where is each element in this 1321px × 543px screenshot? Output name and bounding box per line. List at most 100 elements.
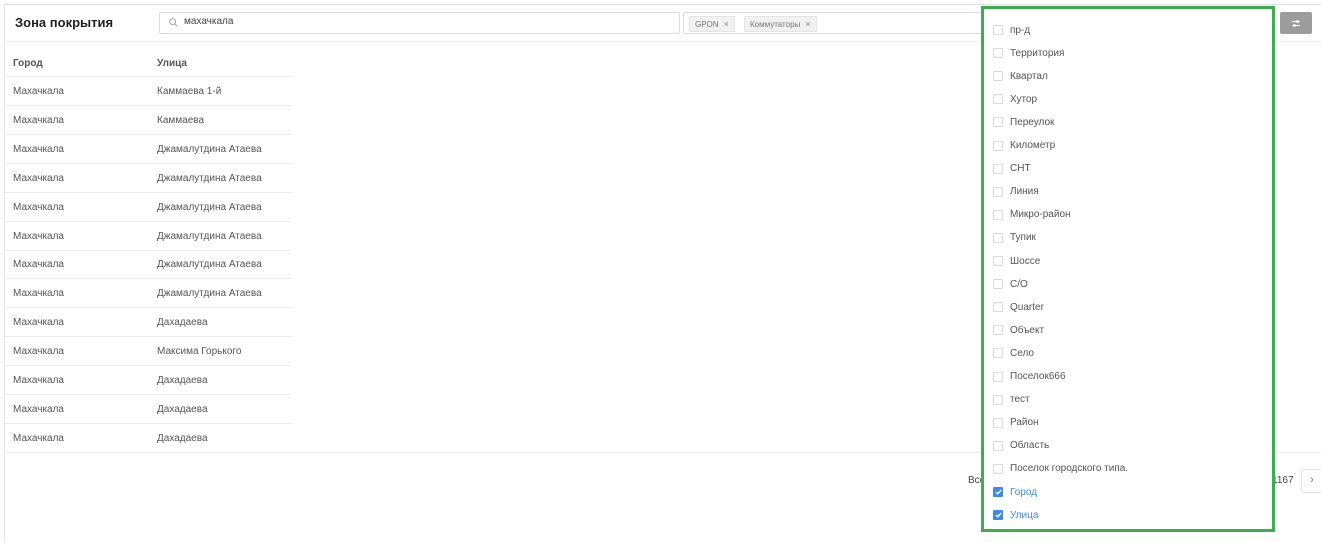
column-filter-option[interactable]: Район — [993, 415, 1039, 431]
checkbox[interactable] — [993, 394, 1003, 405]
option-label: Объект — [1010, 324, 1045, 336]
checkbox[interactable] — [993, 209, 1003, 220]
option-label: Микро-район — [1010, 209, 1071, 221]
checkbox[interactable] — [993, 440, 1003, 451]
table-header — [4, 48, 292, 77]
column-filter-option[interactable]: Город — [993, 484, 1037, 500]
close-icon[interactable]: × — [724, 19, 729, 29]
column-filter-option[interactable]: Переулок — [993, 114, 1054, 130]
column-filter-option[interactable]: Линия — [993, 184, 1039, 200]
checkbox[interactable] — [993, 186, 1003, 197]
type-filter-select[interactable]: GPON × Коммутаторы × — [683, 12, 984, 34]
table-row[interactable]: Махачкала Джамалутдина Атаева — [4, 279, 292, 309]
column-filter-option[interactable]: тест — [993, 392, 1030, 408]
option-label: Село — [1010, 347, 1034, 359]
cell-city: Махачкала — [13, 172, 64, 184]
checkbox[interactable] — [993, 48, 1003, 59]
checkbox[interactable] — [993, 463, 1003, 474]
column-filter-option[interactable]: Хутор — [993, 91, 1037, 107]
option-label: СНТ — [1010, 163, 1031, 175]
cell-city: Махачкала — [13, 114, 64, 126]
column-filter-option[interactable]: пр-д — [993, 22, 1030, 38]
column-header-street[interactable]: Улица — [157, 58, 187, 69]
table-row[interactable]: Махачкала Джамалутдина Атаева — [4, 164, 292, 193]
column-filter-dropdown: пр-д Территория Квартал Хутор Переулок Киломе… — [981, 6, 1275, 532]
column-filter-option[interactable]: Километр — [993, 138, 1055, 154]
cell-city: Махачкала — [13, 230, 64, 242]
tag-label: Коммутаторы — [750, 20, 801, 29]
cell-street: Дахадаева — [157, 317, 208, 329]
column-filter-option[interactable]: Микро-район — [993, 207, 1071, 223]
page-number: 1167 — [1272, 475, 1294, 486]
column-filter-option[interactable]: Шоссе — [993, 253, 1040, 269]
option-label: Территория — [1010, 47, 1065, 59]
option-label: тест — [1010, 394, 1030, 406]
checkbox-checked[interactable] — [993, 510, 1003, 521]
column-filter-option[interactable]: Село — [993, 345, 1034, 361]
column-filter-option[interactable]: Тупик — [993, 230, 1036, 246]
option-label: Линия — [1010, 186, 1039, 198]
table-row[interactable]: Махачкала Максима Горького — [4, 337, 292, 367]
column-header-city[interactable]: Город — [13, 58, 43, 69]
checkbox[interactable] — [993, 232, 1003, 243]
checkbox[interactable] — [993, 71, 1003, 82]
checkbox[interactable] — [993, 348, 1003, 359]
table-row[interactable]: Махачкала Каммаева — [4, 106, 292, 135]
checkbox[interactable] — [993, 417, 1003, 428]
column-filter-option[interactable]: Поселок666 — [993, 369, 1066, 385]
table-row[interactable]: Махачкала Дахадаева — [4, 366, 292, 395]
tag-gpon: GPON × — [689, 16, 735, 32]
check-icon — [994, 512, 1002, 518]
column-filter-option[interactable]: Quarter — [993, 299, 1044, 315]
table-row[interactable]: Махачкала Дахадаева — [4, 395, 292, 424]
option-label: С/О — [1010, 278, 1028, 290]
table-row[interactable]: Махачкала Джамалутдина Атаева — [4, 135, 292, 164]
checkbox[interactable] — [993, 140, 1003, 151]
sliders-icon — [1292, 19, 1300, 27]
column-filter-option[interactable]: Территория — [993, 45, 1064, 61]
checkbox-checked[interactable] — [993, 487, 1003, 497]
table-row[interactable]: Махачкала Джамалутдина Атаева — [4, 193, 292, 222]
checkbox[interactable] — [993, 302, 1003, 313]
checkbox[interactable] — [993, 256, 1003, 266]
column-settings-button[interactable] — [1280, 12, 1312, 34]
column-filter-option[interactable]: Улица — [993, 507, 1038, 523]
column-filter-option[interactable]: Квартал — [993, 68, 1048, 84]
column-filter-option[interactable]: Объект — [993, 322, 1044, 338]
option-label: Километр — [1010, 140, 1056, 151]
cell-street: Джамалутдина Атаева — [157, 288, 262, 300]
table-row[interactable]: Махачкала Дахадаева — [4, 424, 292, 453]
search-icon — [169, 18, 178, 27]
checkbox[interactable] — [993, 325, 1003, 336]
cell-city: Махачкала — [13, 432, 64, 444]
checkbox[interactable] — [993, 279, 1003, 290]
cell-street: Дахадаева — [157, 403, 208, 415]
table-row[interactable]: Махачкала Джамалутдина Атаева — [4, 222, 292, 251]
table-row[interactable]: Махачкала Джамалутдина Атаева — [4, 250, 292, 280]
column-filter-option[interactable]: С/О — [993, 276, 1028, 292]
next-page-button[interactable]: › — [1301, 469, 1321, 493]
option-label: пр-д — [1010, 24, 1031, 36]
cell-street: Каммаева — [157, 114, 205, 126]
option-label: Город — [1010, 486, 1038, 498]
checkbox[interactable] — [993, 163, 1003, 174]
checkbox[interactable] — [993, 117, 1003, 128]
close-icon[interactable]: × — [805, 19, 810, 29]
table-row[interactable]: Махачкала Каммаева 1-й — [4, 77, 292, 106]
option-label: Квартал — [1010, 70, 1048, 82]
checkbox[interactable] — [993, 371, 1003, 382]
option-label: Поселок666 — [1010, 371, 1066, 382]
option-label: Хутор — [1010, 93, 1038, 105]
column-filter-option[interactable]: Область — [993, 438, 1049, 454]
cell-street: Джамалутдина Атаева — [157, 201, 262, 213]
column-filter-option[interactable]: СНТ — [993, 161, 1031, 177]
checkbox[interactable] — [993, 25, 1003, 35]
table-row[interactable]: Махачкала Дахадаева — [4, 308, 292, 338]
check-icon — [994, 489, 1002, 495]
cell-street: Джамалутдина Атаева — [157, 172, 262, 184]
checkbox[interactable] — [993, 94, 1003, 105]
column-filter-option[interactable]: Поселок городского типа. — [993, 461, 1128, 477]
cell-street: Джамалутдина Атаева — [157, 259, 262, 271]
search-box[interactable] — [159, 12, 680, 34]
search-input[interactable] — [184, 16, 664, 27]
